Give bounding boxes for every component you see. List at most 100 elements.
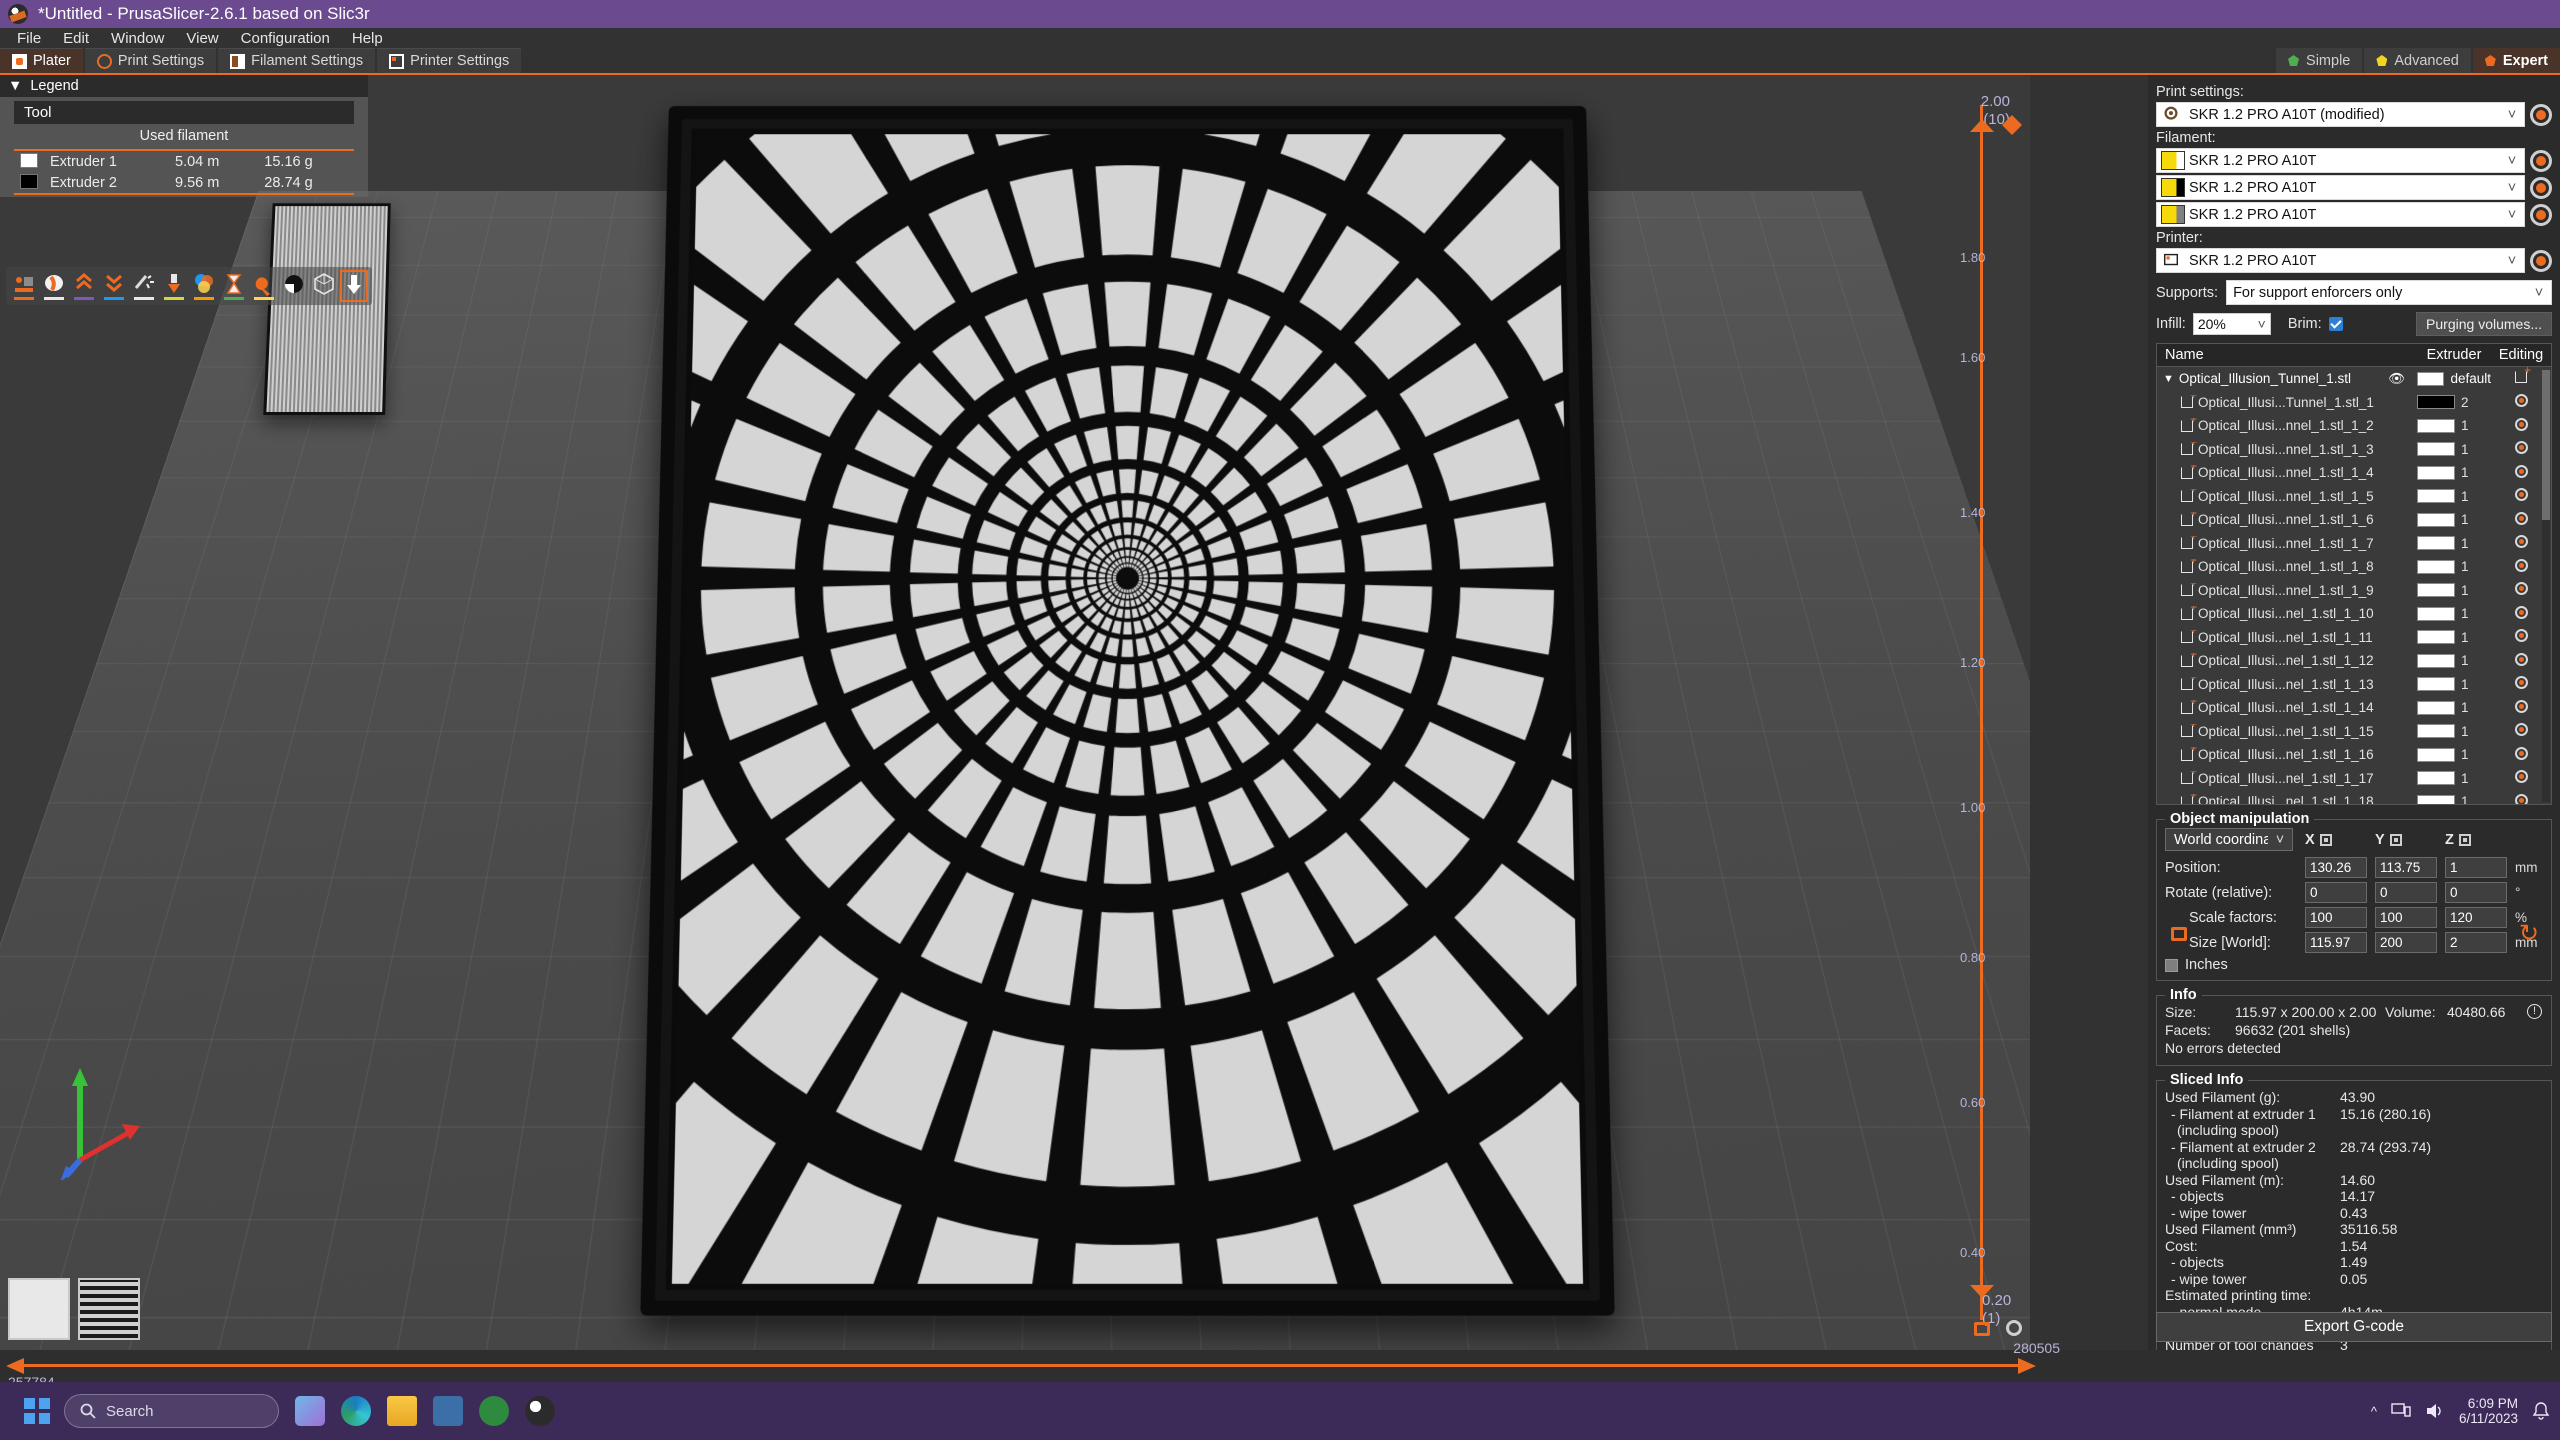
tab-plater[interactable]: Plater bbox=[0, 48, 83, 73]
object-list-row[interactable]: Optical_Illusi...nel_1.stl_1_111 bbox=[2157, 626, 2551, 650]
rotate-z-input[interactable]: 0 bbox=[2445, 882, 2507, 903]
infill-combo[interactable]: 20% ˅ bbox=[2193, 313, 2271, 335]
object-list-row[interactable]: Optical_Illusi...nnel_1.stl_1_41 bbox=[2157, 461, 2551, 485]
legend-toggle-button[interactable] bbox=[342, 272, 366, 300]
size-y-input[interactable]: 200 bbox=[2375, 932, 2437, 953]
rotate-x-input[interactable]: 0 bbox=[2305, 882, 2367, 903]
inches-checkbox[interactable] bbox=[2165, 959, 2178, 972]
printer-combo[interactable]: SKR 1.2 PRO A10T ˅ bbox=[2156, 248, 2525, 273]
size-x-input[interactable]: 115.97 bbox=[2305, 932, 2367, 953]
position-z-input[interactable]: 1 bbox=[2445, 857, 2507, 878]
filament-edit-button-2[interactable] bbox=[2530, 177, 2552, 199]
mode-advanced[interactable]: Advanced bbox=[2364, 48, 2471, 73]
part-extruder-cell[interactable]: 1 bbox=[2417, 583, 2491, 598]
uniform-scale-lock-icon[interactable] bbox=[2171, 927, 2187, 941]
position-x-input[interactable]: 130.26 bbox=[2305, 857, 2367, 878]
part-extruder-cell[interactable]: 1 bbox=[2417, 653, 2491, 668]
legend-view-type[interactable]: Tool bbox=[14, 101, 354, 124]
chevron-down-icon[interactable]: ˅ bbox=[2500, 253, 2524, 269]
filament-combo-2[interactable]: SKR 1.2 PRO A10T ˅ bbox=[2156, 175, 2525, 200]
size-z-input[interactable]: 2 bbox=[2445, 932, 2507, 953]
scale-y-input[interactable]: 100 bbox=[2375, 907, 2437, 928]
menu-item-file[interactable]: File bbox=[6, 28, 52, 50]
legend-collapse-icon[interactable]: ▼ bbox=[8, 78, 22, 94]
mode-expert[interactable]: Expert bbox=[2473, 48, 2560, 73]
part-extruder-cell[interactable]: 1 bbox=[2417, 489, 2491, 504]
part-extruder-cell[interactable]: 1 bbox=[2417, 630, 2491, 645]
part-extruder-cell[interactable]: 1 bbox=[2417, 559, 2491, 574]
menu-item-configuration[interactable]: Configuration bbox=[230, 28, 341, 50]
layer-slider[interactable]: 2.00 (10) 1.80 1.60 1.40 1.20 1.00 0.80 … bbox=[1906, 75, 2024, 1350]
object-list-row[interactable]: Optical_Illusi...nnel_1.stl_1_61 bbox=[2157, 508, 2551, 532]
chevron-down-icon[interactable]: ˅ bbox=[2258, 316, 2270, 332]
object-list-row[interactable]: Optical_Illusi...nel_1.stl_1_121 bbox=[2157, 649, 2551, 673]
menu-item-edit[interactable]: Edit bbox=[52, 28, 100, 50]
axis-x-lock-icon[interactable] bbox=[2320, 834, 2332, 846]
object-list-row[interactable]: Optical_Illusi...nnel_1.stl_1_21 bbox=[2157, 414, 2551, 438]
scale-z-input[interactable]: 120 bbox=[2445, 907, 2507, 928]
fan-speed-view-button[interactable] bbox=[132, 272, 156, 300]
layer-slider-settings-icon[interactable] bbox=[2006, 1320, 2022, 1336]
move-slider-track[interactable] bbox=[24, 1364, 2030, 1367]
chevron-down-icon[interactable]: ˅ bbox=[2500, 107, 2524, 123]
part-extruder-cell[interactable]: 1 bbox=[2417, 418, 2491, 433]
volume-icon[interactable] bbox=[2425, 1402, 2445, 1420]
part-extruder-cell[interactable]: 1 bbox=[2417, 794, 2491, 805]
filament-combo-1[interactable]: SKR 1.2 PRO A10T ˅ bbox=[2156, 148, 2525, 173]
reset-scale-icon[interactable]: ↻ bbox=[2519, 919, 2539, 948]
move-slider[interactable]: 257784 280505 bbox=[0, 1350, 2560, 1382]
part-extruder-cell[interactable]: 1 bbox=[2417, 724, 2491, 739]
layer-time-view-button[interactable] bbox=[222, 272, 246, 300]
part-extruder-cell[interactable]: 1 bbox=[2417, 771, 2491, 786]
taskbar-search-box[interactable]: Search bbox=[64, 1394, 279, 1428]
object-list-row[interactable]: Optical_Illusi...nel_1.stl_1_151 bbox=[2157, 720, 2551, 744]
part-extruder-cell[interactable]: 1 bbox=[2417, 512, 2491, 527]
filament-combo-3[interactable]: SKR 1.2 PRO A10T ˅ bbox=[2156, 202, 2525, 227]
object-list-row[interactable]: Optical_Illusi...nnel_1.stl_1_91 bbox=[2157, 579, 2551, 603]
printer-edit-button[interactable] bbox=[2530, 250, 2552, 272]
taskbar-clock[interactable]: 6:09 PM 6/11/2023 bbox=[2459, 1396, 2518, 1426]
width-view-button[interactable] bbox=[72, 272, 96, 300]
prusaslicer-taskbar-icon[interactable] bbox=[525, 1396, 555, 1426]
part-extruder-cell[interactable]: 1 bbox=[2417, 465, 2491, 480]
height-view-button[interactable] bbox=[42, 272, 66, 300]
object-list-parent-row[interactable]: ▼Optical_Illusion_Tunnel_1.stl👁default bbox=[2157, 367, 2551, 391]
iso-view-cube-icon[interactable] bbox=[8, 1278, 70, 1340]
shells-view-button[interactable] bbox=[312, 272, 336, 300]
part-extruder-cell[interactable]: 1 bbox=[2417, 536, 2491, 551]
file-explorer-icon[interactable] bbox=[387, 1396, 417, 1426]
move-slider-left-handle[interactable] bbox=[6, 1358, 24, 1374]
info-warning-icon[interactable]: ! bbox=[2527, 1004, 2542, 1019]
object-list-row[interactable]: Optical_Illusi...nnel_1.stl_1_71 bbox=[2157, 532, 2551, 556]
object-extruder-cell[interactable]: default bbox=[2417, 371, 2491, 386]
tool-view-button[interactable] bbox=[252, 272, 276, 300]
edge-browser-icon[interactable] bbox=[341, 1396, 371, 1426]
part-extruder-cell[interactable]: 2 bbox=[2417, 395, 2491, 410]
chevron-down-icon[interactable]: ˅ bbox=[2500, 207, 2524, 223]
expand-chevron-icon[interactable]: ▼ bbox=[2163, 373, 2174, 385]
part-extruder-cell[interactable]: 1 bbox=[2417, 677, 2491, 692]
scale-x-input[interactable]: 100 bbox=[2305, 907, 2367, 928]
object-list-row[interactable]: Optical_Illusi...nnel_1.stl_1_81 bbox=[2157, 555, 2551, 579]
object-list-row[interactable]: Optical_Illusi...nel_1.stl_1_141 bbox=[2157, 696, 2551, 720]
tab-print-settings[interactable]: Print Settings bbox=[85, 48, 216, 73]
visibility-eye-icon[interactable]: 👁 bbox=[2377, 371, 2417, 387]
speed-view-button[interactable] bbox=[102, 272, 126, 300]
supports-combo[interactable]: For support enforcers only ˅ bbox=[2226, 280, 2552, 305]
menu-item-window[interactable]: Window bbox=[100, 28, 175, 50]
layer-slider-lock-icon[interactable] bbox=[1974, 1322, 1990, 1336]
object-list-row[interactable]: Optical_Illusi...nel_1.stl_1_101 bbox=[2157, 602, 2551, 626]
sliced-model-optical-illusion-tunnel[interactable] bbox=[655, 85, 1600, 1300]
part-extruder-cell[interactable]: 1 bbox=[2417, 747, 2491, 762]
part-extruder-cell[interactable]: 1 bbox=[2417, 442, 2491, 457]
print-settings-edit-button[interactable] bbox=[2530, 104, 2552, 126]
object-list-row[interactable]: Optical_Illusi...nel_1.stl_1_131 bbox=[2157, 673, 2551, 697]
widgets-icon[interactable] bbox=[295, 1396, 325, 1426]
part-extruder-cell[interactable]: 1 bbox=[2417, 700, 2491, 715]
brim-checkbox[interactable] bbox=[2329, 317, 2343, 331]
object-list-scrollbar[interactable] bbox=[2542, 370, 2550, 802]
object-list-row[interactable]: Optical_Illusi...nel_1.stl_1_161 bbox=[2157, 743, 2551, 767]
color-print-view-button[interactable] bbox=[282, 272, 306, 300]
gcode-preview-viewport[interactable]: ▼ Legend Tool Used filament Extruder 1 5… bbox=[0, 75, 2030, 1350]
tab-filament-settings[interactable]: Filament Settings bbox=[218, 48, 375, 73]
